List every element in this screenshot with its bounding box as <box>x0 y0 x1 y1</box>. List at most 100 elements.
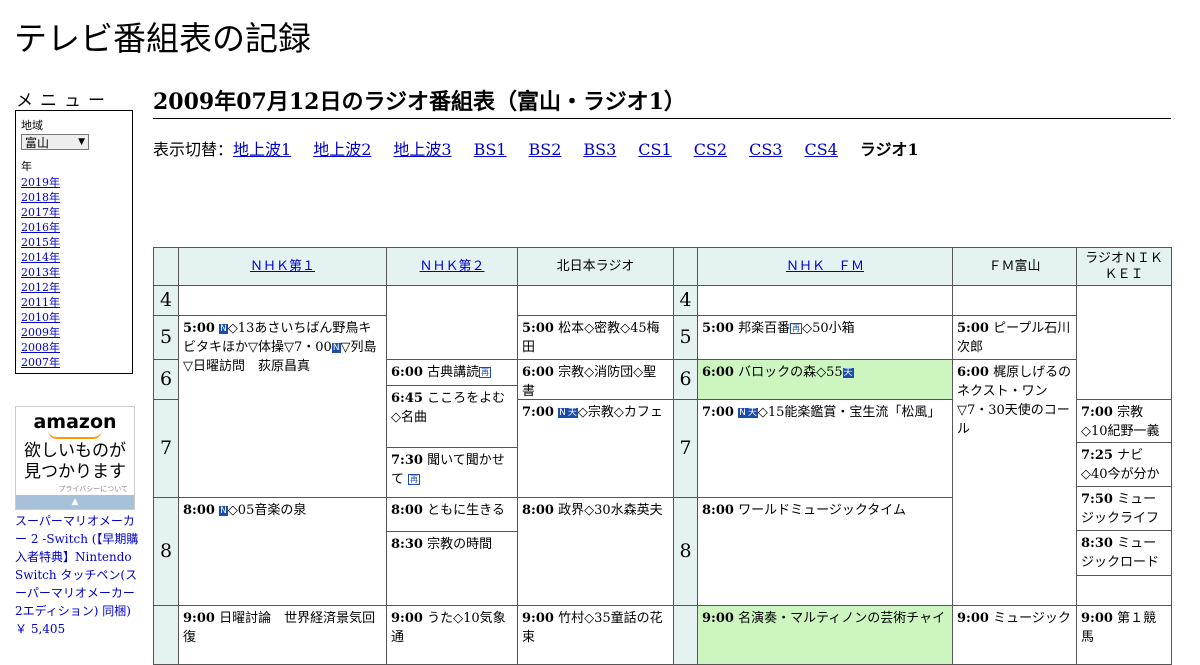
program-cell[interactable]: 6:00 宗教◇消防団◇聖書 <box>517 359 674 400</box>
program-cell-highlighted[interactable]: 6:00 バロックの森◇55天 <box>697 359 953 400</box>
program-cell[interactable]: 9:00 第１競馬 <box>1076 605 1172 665</box>
channel-name-radionikkei: ラジオＮＩＫＫＥＩ <box>1085 250 1163 282</box>
switch-link-cs1[interactable]: CS1 <box>638 140 671 159</box>
program-time: 7:00 <box>702 405 734 420</box>
amazon-ad-banner[interactable]: amazon 欲しいものが 見つかります プライバシーについて ▲ <box>15 406 135 510</box>
program-time: 7:30 <box>391 453 423 468</box>
switch-link-bs2[interactable]: BS2 <box>528 140 561 159</box>
program-title: ◇宗教◇カフェ <box>577 405 663 420</box>
program-cell-empty <box>1076 575 1172 606</box>
year-link[interactable]: 2017年 <box>21 206 60 219</box>
ad-privacy-link[interactable]: プライバシーについて <box>16 484 134 494</box>
program-cell[interactable]: 8:30 ミュージックロード <box>1076 530 1172 576</box>
ad-product-price: ￥ 5,405 <box>15 622 66 636</box>
switch-link-bs1[interactable]: BS1 <box>474 140 507 159</box>
program-time: 6:00 <box>391 365 423 380</box>
program-title: 邦楽百番 <box>738 321 791 336</box>
program-cell[interactable]: 7:00 N 天◇宗教◇カフェ <box>517 399 674 498</box>
switch-link-bs3[interactable]: BS3 <box>583 140 616 159</box>
program-cell[interactable]: 9:00 うた◇10気象通 <box>386 605 518 665</box>
channel-header-fmtoyama: ＦＭ富山 <box>952 247 1077 286</box>
program-cell[interactable]: 8:00 ワールドミュージックタイム <box>697 497 953 606</box>
ad-product-title[interactable]: スーパーマリオメーカー 2 -Switch (【早期購入者特典】Nintendo… <box>15 514 138 618</box>
hour-label: 7 <box>673 399 698 498</box>
year-link[interactable]: 2007年 <box>21 356 60 369</box>
program-cell[interactable]: 9:00 ミュージック <box>952 605 1077 665</box>
program-cell-empty <box>517 285 674 316</box>
year-link[interactable]: 2011年 <box>21 296 60 309</box>
year-link[interactable]: 2010年 <box>21 311 60 324</box>
switch-link-terrestrial-2[interactable]: 地上波2 <box>313 140 371 159</box>
program-cell[interactable]: 6:00 古典講読再 <box>386 359 518 386</box>
program-time: 5:00 <box>702 321 734 336</box>
program-cell[interactable]: 9:00 竹村◇35童話の花束 <box>517 605 674 665</box>
program-cell[interactable]: 8:00 N◇05音楽の泉 <box>178 497 387 606</box>
switch-link-terrestrial-3[interactable]: 地上波3 <box>393 140 451 159</box>
year-link[interactable]: 2009年 <box>21 326 60 339</box>
switch-link-cs3[interactable]: CS3 <box>749 140 782 159</box>
year-link[interactable]: 2019年 <box>21 176 60 189</box>
program-time: 8:00 <box>702 503 734 518</box>
program-cell[interactable]: 6:45 こころをよむ◇名曲 <box>386 385 518 448</box>
program-cell[interactable]: 8:30 宗教の時間 <box>386 531 518 606</box>
program-cell[interactable]: 5:00 N◇13あさいちばん野鳥キビタキほか▽体操▽7・00N▽列島▽日曜訪問… <box>178 315 387 498</box>
program-time: 9:00 <box>957 611 989 626</box>
program-cell[interactable]: 7:00 N 天◇15能楽鑑賞・宝生流「松風」 <box>697 399 953 498</box>
program-cell[interactable]: 5:00 松本◇密教◇45梅田 <box>517 315 674 360</box>
program-cell[interactable]: 9:00 日曜討論 世界経済景気回復 <box>178 605 387 665</box>
program-cell[interactable]: 7:30 聞いて聞かせて 再 <box>386 447 518 498</box>
channel-link-nhkfm[interactable]: ＮＨＫ ＦＭ <box>786 259 864 275</box>
program-time: 7:00 <box>522 405 554 420</box>
year-link[interactable]: 2016年 <box>21 221 60 234</box>
program-cell[interactable]: 7:50 ミュージックライフ <box>1076 486 1172 531</box>
header-corner <box>153 247 179 286</box>
program-cell[interactable]: 6:00 梶原しげるのネクスト・ワン▽7・30天使のコール <box>952 359 1077 606</box>
ad-bar[interactable]: ▲ <box>16 495 134 509</box>
program-cell[interactable]: 5:00 ピープル石川次郎 <box>952 315 1077 360</box>
program-cell[interactable]: 7:00 宗教◇10紀野一義再 <box>1076 399 1172 443</box>
hour-label: 4 <box>153 285 179 316</box>
region-select[interactable]: 富山 ▼ <box>21 134 89 150</box>
program-time: 9:00 <box>391 611 423 626</box>
news-icon: N <box>558 408 567 418</box>
ad-tagline-2: 見つかります <box>24 462 126 482</box>
program-cell[interactable]: 8:00 ともに生きる <box>386 497 518 532</box>
program-time: 9:00 <box>1081 611 1113 626</box>
program-title: ◇05音楽の泉 <box>227 503 307 518</box>
program-time: 6:00 <box>702 365 734 380</box>
switch-link-terrestrial-1[interactable]: 地上波1 <box>233 140 291 159</box>
hour-label: 5 <box>153 315 179 360</box>
year-link[interactable]: 2014年 <box>21 251 60 264</box>
program-cell[interactable]: 8:00 政界◇30水森英夫 <box>517 497 674 606</box>
channel-link-nhk1[interactable]: ＮＨＫ第１ <box>250 259 315 275</box>
channel-name-kitanihon: 北日本ラジオ <box>556 258 635 274</box>
program-cell[interactable]: 7:25 ナビ◇40今が分かる <box>1076 442 1172 487</box>
channel-name-fmtoyama: ＦＭ富山 <box>988 258 1041 274</box>
weather-icon: 天 <box>842 368 854 378</box>
program-cell-highlighted[interactable]: 9:00 名演奏・マルティノンの芸術チャイ <box>697 605 953 665</box>
rerun-icon: 再 <box>408 474 421 485</box>
hour-label: 7 <box>153 399 179 498</box>
program-time: 7:25 <box>1081 448 1113 463</box>
channel-link-nhk2[interactable]: ＮＨＫ第２ <box>419 259 484 275</box>
menu-box: 地域 富山 ▼ 年 2019年 2018年 2017年 2016年 2015年 … <box>15 110 133 374</box>
year-label: 年 <box>21 160 32 173</box>
rerun-icon: 再 <box>479 367 492 378</box>
year-link[interactable]: 2012年 <box>21 281 60 294</box>
program-time: 7:50 <box>1081 492 1113 507</box>
year-link[interactable]: 2015年 <box>21 236 60 249</box>
news-icon: N <box>331 343 341 353</box>
schedule-grid: ＮＨＫ第１ ＮＨＫ第２ 北日本ラジオ ＮＨＫ ＦＭ ＦＭ富山 ラジオＮＩＫＫＥＩ… <box>153 247 1172 665</box>
program-time: 9:00 <box>522 611 554 626</box>
year-link[interactable]: 2018年 <box>21 191 60 204</box>
switch-link-cs2[interactable]: CS2 <box>694 140 727 159</box>
switch-link-cs4[interactable]: CS4 <box>804 140 837 159</box>
program-cell[interactable]: 5:00 邦楽百番再 ◇50小箱 <box>697 315 953 360</box>
news-icon: N <box>219 506 228 516</box>
program-cell-empty <box>697 285 953 316</box>
year-link[interactable]: 2013年 <box>21 266 60 279</box>
year-link[interactable]: 2008年 <box>21 341 60 354</box>
news-icon: N <box>738 408 747 418</box>
ad-product[interactable]: スーパーマリオメーカー 2 -Switch (【早期購入者特典】Nintendo… <box>15 512 139 638</box>
program-title: 古典講読 <box>427 365 480 380</box>
